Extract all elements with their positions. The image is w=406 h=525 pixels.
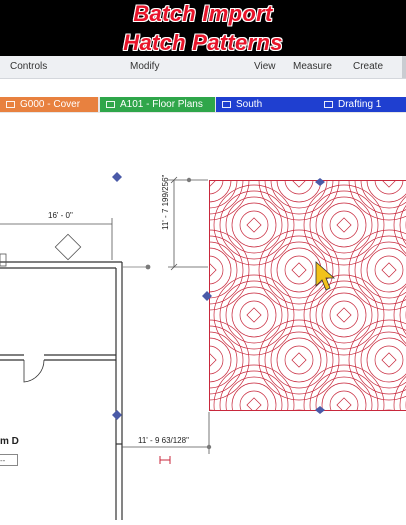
view-tab-label: G000 - Cover (20, 99, 80, 110)
view-tab-bar: G000 - Cover A101 - Floor Plans South Dr… (0, 97, 406, 113)
dimension-top-text: 16' - 0" (48, 211, 73, 220)
ribbon-tab-bar: Controls Modify View Measure Create (0, 56, 406, 79)
ribbon-tab-measure[interactable]: Measure (293, 61, 332, 72)
sheet-icon (106, 101, 115, 108)
ribbon-scroll-grip[interactable] (402, 56, 406, 78)
dimension-top[interactable] (0, 218, 112, 260)
view-tab-label: South (236, 99, 262, 110)
ribbon-tab-modify[interactable]: Modify (130, 61, 159, 72)
view-tab-south[interactable]: South (216, 97, 318, 112)
hatch-pattern-region[interactable] (169, 140, 406, 520)
room-number-box[interactable]: -- (0, 454, 18, 466)
dimension-grip[interactable] (207, 445, 211, 449)
ribbon-tab-create[interactable]: Create (353, 61, 383, 72)
wall-end-grip[interactable] (146, 265, 151, 270)
dimension-vertical-text: 11' - 7 199/256" (161, 174, 170, 230)
elevation-icon (222, 101, 231, 108)
room-name-label[interactable]: m D (0, 436, 19, 447)
view-tab-label: A101 - Floor Plans (120, 99, 203, 110)
shape-handle-top[interactable] (112, 172, 122, 182)
drafting-view-icon (324, 101, 333, 108)
dimension-bottom[interactable] (122, 412, 209, 454)
dimension-bottom-text: 11' - 9 63/128" (138, 436, 189, 445)
title-banner: Batch Import Hatch Patterns (0, 0, 406, 56)
banner-title-line-2: Hatch Patterns (0, 30, 406, 56)
drawing-canvas[interactable]: 16' - 0" 11' - 7 (0, 114, 406, 520)
shape-handle-bottom[interactable] (112, 410, 122, 420)
view-tab-drafting-1[interactable]: Drafting 1 (318, 97, 406, 112)
dimension-grip[interactable] (187, 178, 191, 182)
view-tab-g000-cover[interactable]: G000 - Cover (0, 97, 98, 112)
partial-tag (0, 254, 6, 266)
view-tab-label: Drafting 1 (338, 99, 381, 110)
floor-plan-walls[interactable] (0, 262, 148, 520)
dimension-vertical[interactable] (168, 177, 208, 270)
view-tab-a101-floor-plans[interactable]: A101 - Floor Plans (100, 97, 215, 112)
ribbon-tab-controls[interactable]: Controls (10, 61, 47, 72)
dimension-edit-marker[interactable] (160, 456, 170, 464)
door-tag-diamond[interactable] (55, 234, 80, 259)
ribbon-tab-view[interactable]: View (254, 61, 276, 72)
banner-title-line-1: Batch Import (0, 1, 406, 27)
sheet-icon (6, 101, 15, 108)
